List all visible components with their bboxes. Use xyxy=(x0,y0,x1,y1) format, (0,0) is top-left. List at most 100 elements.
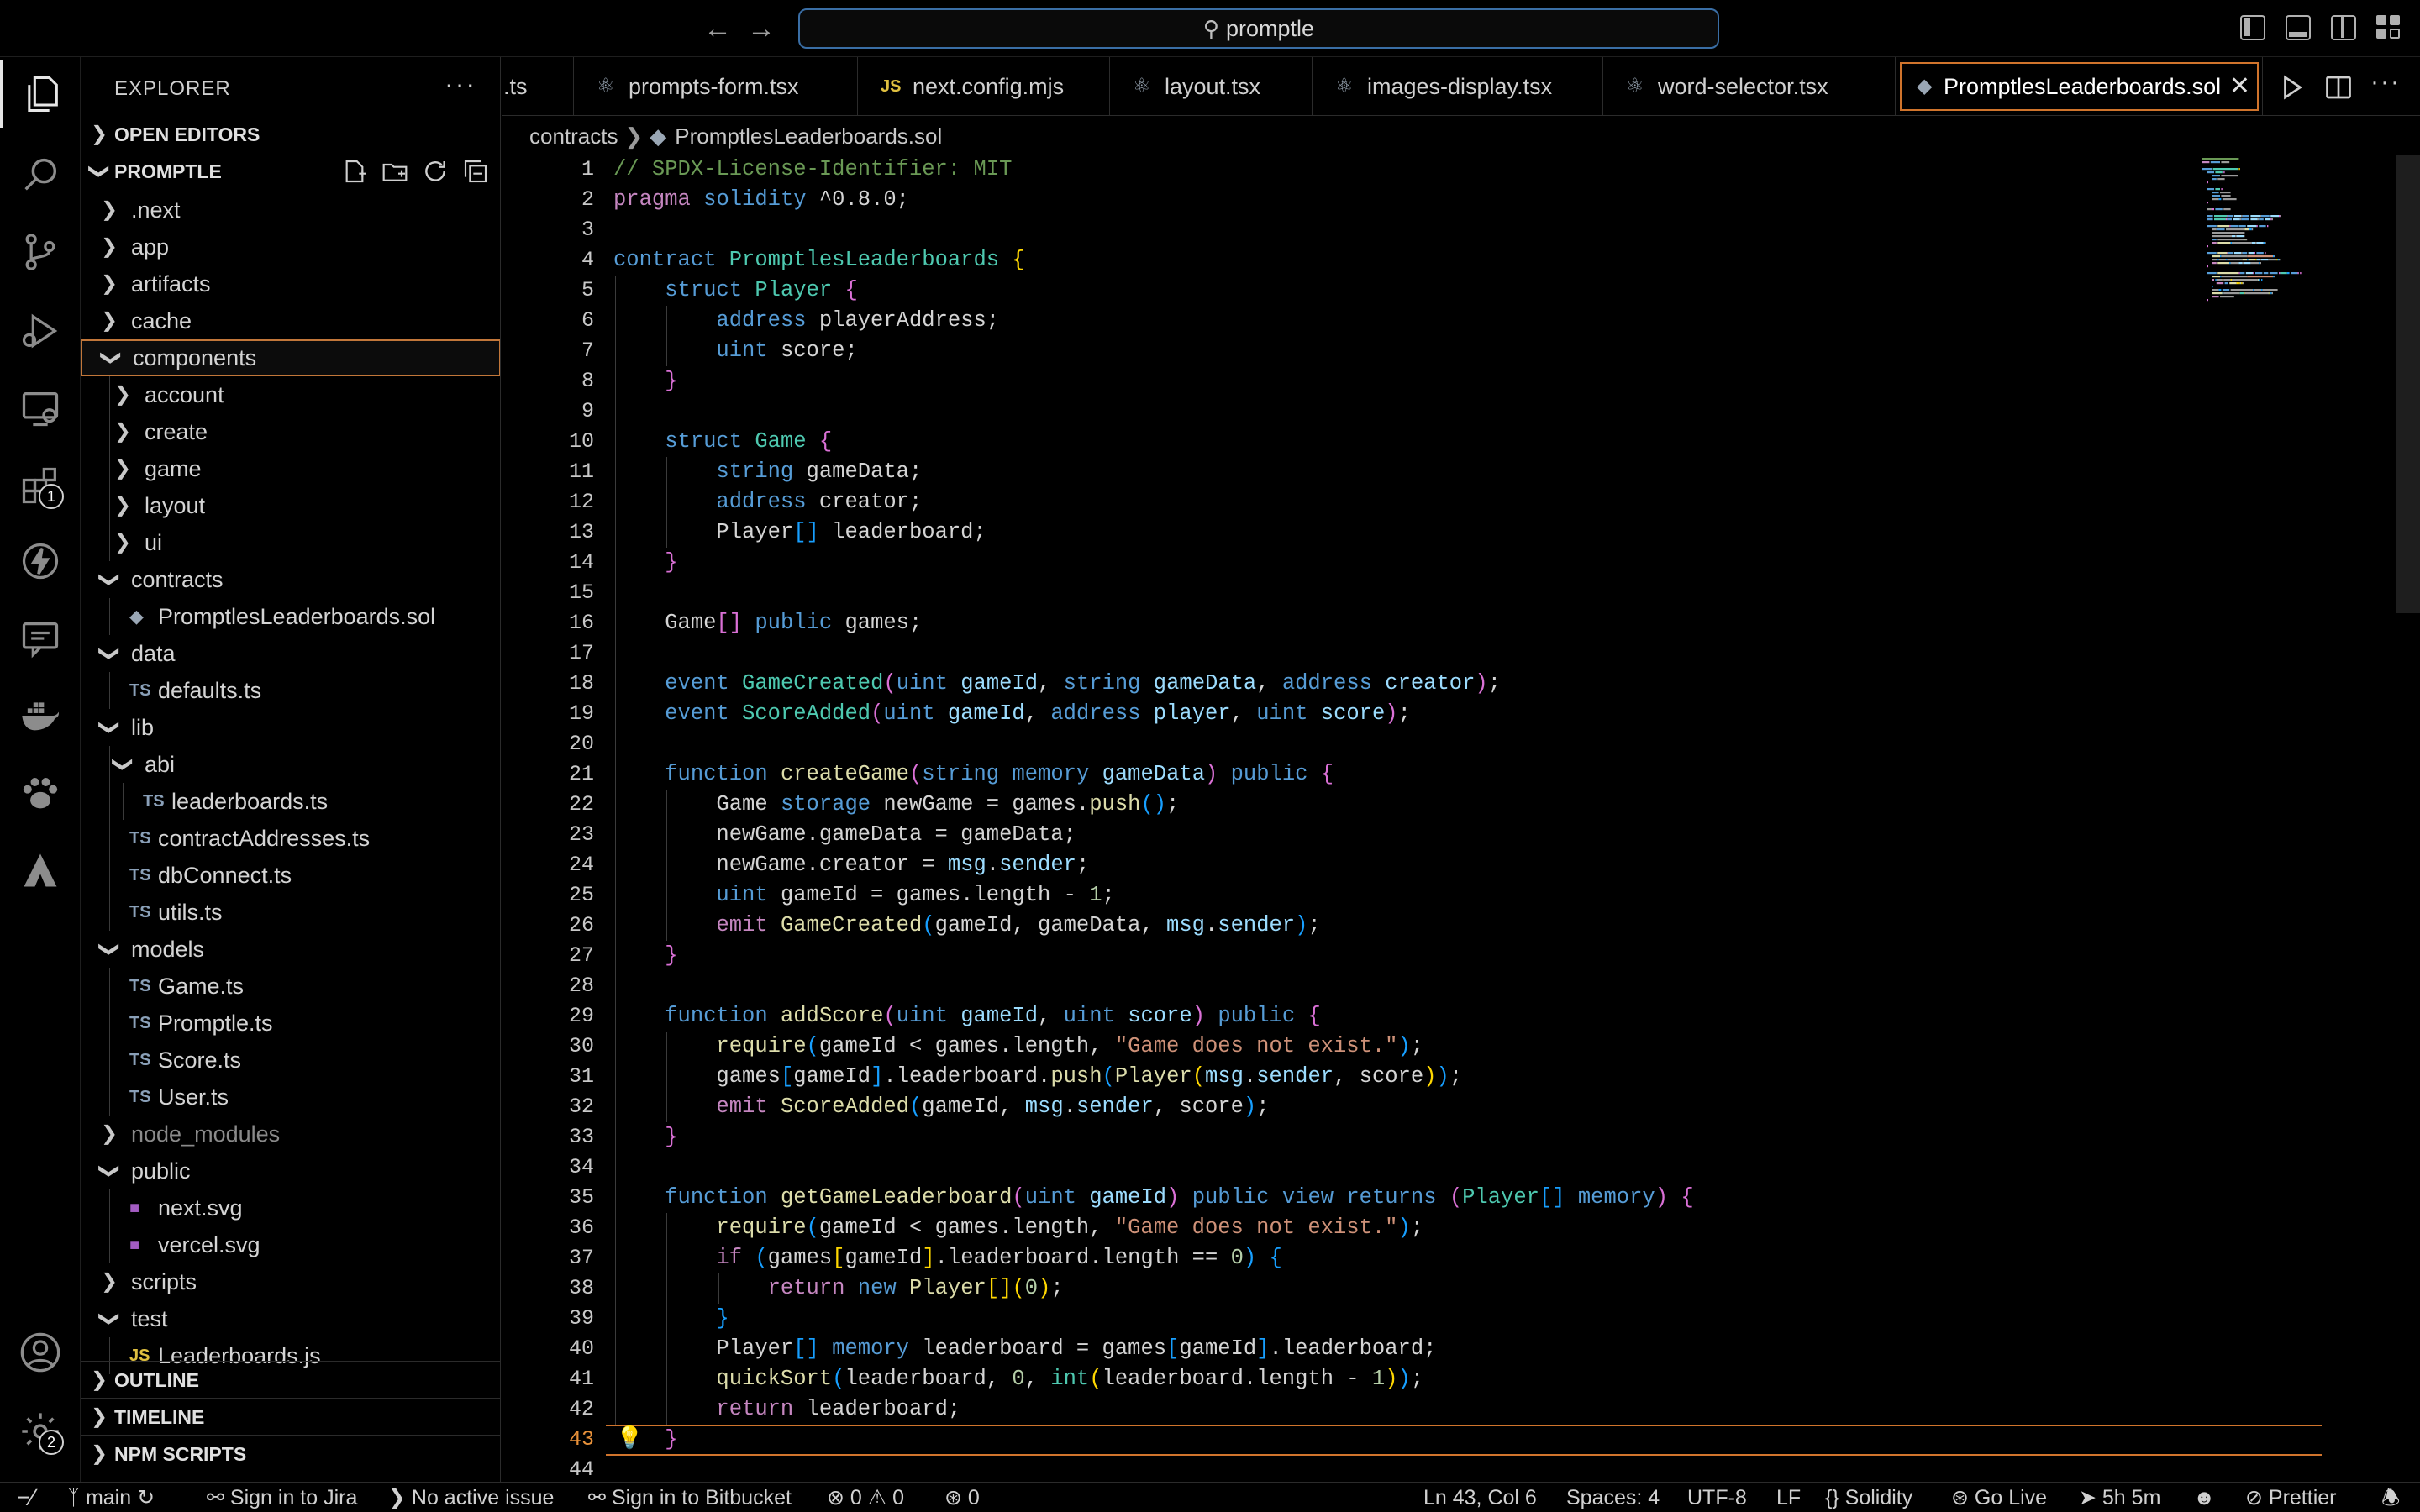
tab-word-selector[interactable]: ⚛ word-selector.tsx xyxy=(1604,57,1896,116)
open-editors-section[interactable]: ❯ OPEN EDITORS xyxy=(81,116,500,153)
code-line[interactable]: require(gameId < games.length, "Game doe… xyxy=(613,1213,1423,1243)
code-line[interactable]: } xyxy=(613,548,677,578)
more-actions-icon[interactable]: ··· xyxy=(445,69,476,100)
folder-test[interactable]: ❯ test xyxy=(81,1300,500,1337)
go-live-button[interactable]: ⊛ Go Live xyxy=(1951,1483,2047,1512)
bitbucket-status[interactable]: ⚯ Sign in to Bitbucket xyxy=(588,1483,792,1512)
folder-create[interactable]: ❯ create xyxy=(81,413,500,450)
remote-indicator-icon[interactable]: −∕ xyxy=(17,1483,34,1512)
folder-public[interactable]: ❯ public xyxy=(81,1152,500,1189)
new-file-icon[interactable] xyxy=(341,158,368,185)
breadcrumb-folder[interactable]: contracts xyxy=(529,123,618,149)
folder-ui[interactable]: ❯ ui xyxy=(81,524,500,561)
editor-scrollbar[interactable] xyxy=(2396,155,2420,613)
code-line[interactable]: Game[] public games; xyxy=(613,608,922,638)
jira-status[interactable]: ⚯ Sign in to Jira xyxy=(207,1483,357,1512)
code-line[interactable]: address creator; xyxy=(613,487,922,517)
tab-layout[interactable]: ⚛ layout.tsx xyxy=(1111,57,1313,116)
account-icon[interactable] xyxy=(0,1319,81,1386)
search-icon[interactable] xyxy=(0,141,81,208)
code-line[interactable]: return leaderboard; xyxy=(613,1394,960,1425)
file-leaderboards-ts[interactable]: TS leaderboards.ts xyxy=(81,783,500,820)
code-line[interactable]: pragma solidity ^0.8.0; xyxy=(613,185,909,215)
folder-game[interactable]: ❯ game xyxy=(81,450,500,487)
problems-status[interactable]: ⊗ 0 ⚠ 0 xyxy=(827,1483,904,1512)
file-score-ts[interactable]: TS Score.ts xyxy=(81,1042,500,1079)
code-line[interactable]: Game storage newGame = games.push(); xyxy=(613,790,1179,820)
lightning-icon[interactable] xyxy=(0,528,81,595)
folder-node-modules[interactable]: ❯ node_modules xyxy=(81,1116,500,1152)
code-line[interactable]: Player[] leaderboard; xyxy=(613,517,986,548)
file-contractaddresses-ts[interactable]: TS contractAddresses.ts xyxy=(81,820,500,857)
notifications-bell-icon[interactable]: 🕭 xyxy=(2381,1483,2400,1512)
code-line[interactable]: } xyxy=(613,366,677,396)
tab-prompts-form[interactable]: ⚛ prompts-form.tsx xyxy=(575,57,858,116)
code-line[interactable]: } xyxy=(613,941,677,971)
code-line[interactable]: } xyxy=(613,1304,729,1334)
code-line[interactable]: uint gameId = games.length - 1; xyxy=(613,880,1114,911)
code-line[interactable]: newGame.gameData = gameData; xyxy=(613,820,1076,850)
issue-status[interactable]: ❯ No active issue xyxy=(388,1483,554,1512)
timeline-section[interactable]: ❯ TIMELINE xyxy=(81,1398,500,1435)
branch-status[interactable]: ᛉ main ↻ xyxy=(67,1483,155,1512)
code-line[interactable]: uint score; xyxy=(613,336,857,366)
code-line[interactable]: function createGame(string memory gameDa… xyxy=(613,759,1334,790)
lightbulb-icon[interactable]: 💡 xyxy=(616,1425,643,1451)
code-line[interactable]: newGame.creator = msg.sender; xyxy=(613,850,1089,880)
chat-icon[interactable] xyxy=(0,605,81,672)
code-line[interactable]: return new Player[](0); xyxy=(613,1273,1064,1304)
folder-contracts[interactable]: ❯ contracts xyxy=(81,561,500,598)
code-line[interactable]: event GameCreated(uint gameId, string ga… xyxy=(613,669,1501,699)
outline-section[interactable]: ❯ OUTLINE xyxy=(81,1361,500,1398)
refresh-icon[interactable] xyxy=(422,158,449,185)
folder-cache[interactable]: ❯ cache xyxy=(81,302,500,339)
folder-app[interactable]: ❯ app xyxy=(81,228,500,265)
file-utils-ts[interactable]: TS utils.ts xyxy=(81,894,500,931)
file-game-ts[interactable]: TS Game.ts xyxy=(81,968,500,1005)
code-line[interactable]: emit ScoreAdded(gameId, msg.sender, scor… xyxy=(613,1092,1269,1122)
time-tracker[interactable]: ➤ 5h 5m xyxy=(2079,1483,2160,1512)
encoding[interactable]: UTF-8 xyxy=(1687,1483,1747,1512)
file-next-svg[interactable]: ■ next.svg xyxy=(81,1189,500,1226)
tab-ts[interactable]: .ts xyxy=(502,57,574,116)
toggle-panel-icon[interactable] xyxy=(2286,15,2311,40)
breadcrumb-file[interactable]: PromptlesLeaderboards.sol xyxy=(675,123,942,149)
file-defaults-ts[interactable]: TS defaults.ts xyxy=(81,672,500,709)
close-tab-icon[interactable]: ✕ xyxy=(2229,57,2250,116)
copilot-icon[interactable]: ☻ xyxy=(2193,1483,2215,1512)
more-actions-icon[interactable]: ··· xyxy=(2370,70,2401,102)
language-mode[interactable]: {} Solidity xyxy=(1825,1483,1912,1512)
code-line[interactable]: function getGameLeaderboard(uint gameId)… xyxy=(613,1183,1693,1213)
code-line[interactable]: string gameData; xyxy=(613,457,922,487)
code-line[interactable]: games[gameId].leaderboard.push(Player(ms… xyxy=(613,1062,1462,1092)
code-line[interactable]: emit GameCreated(gameId, gameData, msg.s… xyxy=(613,911,1320,941)
file-promptlesleaderboards-sol[interactable]: ◆ PromptlesLeaderboards.sol xyxy=(81,598,500,635)
end-of-line[interactable]: LF xyxy=(1776,1483,1801,1512)
project-section[interactable]: ❯ PROMPTLE xyxy=(81,153,500,190)
file-dbconnect-ts[interactable]: TS dbConnect.ts xyxy=(81,857,500,894)
extensions-icon[interactable]: 1 xyxy=(0,452,81,519)
code-line[interactable]: require(gameId < games.length, "Game doe… xyxy=(613,1032,1423,1062)
file-user-ts[interactable]: TS User.ts xyxy=(81,1079,500,1116)
code-line[interactable]: // SPDX-License-Identifier: MIT xyxy=(613,155,1012,185)
folder-layout[interactable]: ❯ layout xyxy=(81,487,500,524)
tab-next-config[interactable]: JS next.config.mjs xyxy=(859,57,1110,116)
npm-scripts-section[interactable]: ❯ NPM SCRIPTS xyxy=(81,1435,500,1472)
indentation[interactable]: Spaces: 4 xyxy=(1566,1483,1660,1512)
code-line[interactable]: struct Game { xyxy=(613,427,832,457)
cursor-position[interactable]: Ln 43, Col 6 xyxy=(1423,1483,1537,1512)
ports-status[interactable]: ⊛ 0 xyxy=(944,1483,980,1512)
back-arrow-icon[interactable]: ← xyxy=(701,12,734,45)
folder-artifacts[interactable]: ❯ artifacts xyxy=(81,265,500,302)
customize-layout-icon[interactable] xyxy=(2376,15,2402,40)
code-line[interactable]: Player[] memory leaderboard = games[game… xyxy=(613,1334,1436,1364)
folder-components[interactable]: ❯ components xyxy=(81,339,500,376)
forward-arrow-icon[interactable]: → xyxy=(744,12,778,45)
minimap[interactable] xyxy=(2199,155,2392,591)
manage-gear-icon[interactable]: 2 xyxy=(0,1398,81,1465)
code-line[interactable]: contract PromptlesLeaderboards { xyxy=(613,245,1025,276)
docker-icon[interactable] xyxy=(0,682,81,749)
paw-icon[interactable] xyxy=(0,759,81,827)
run-icon[interactable] xyxy=(2276,72,2307,102)
new-folder-icon[interactable] xyxy=(381,158,408,185)
